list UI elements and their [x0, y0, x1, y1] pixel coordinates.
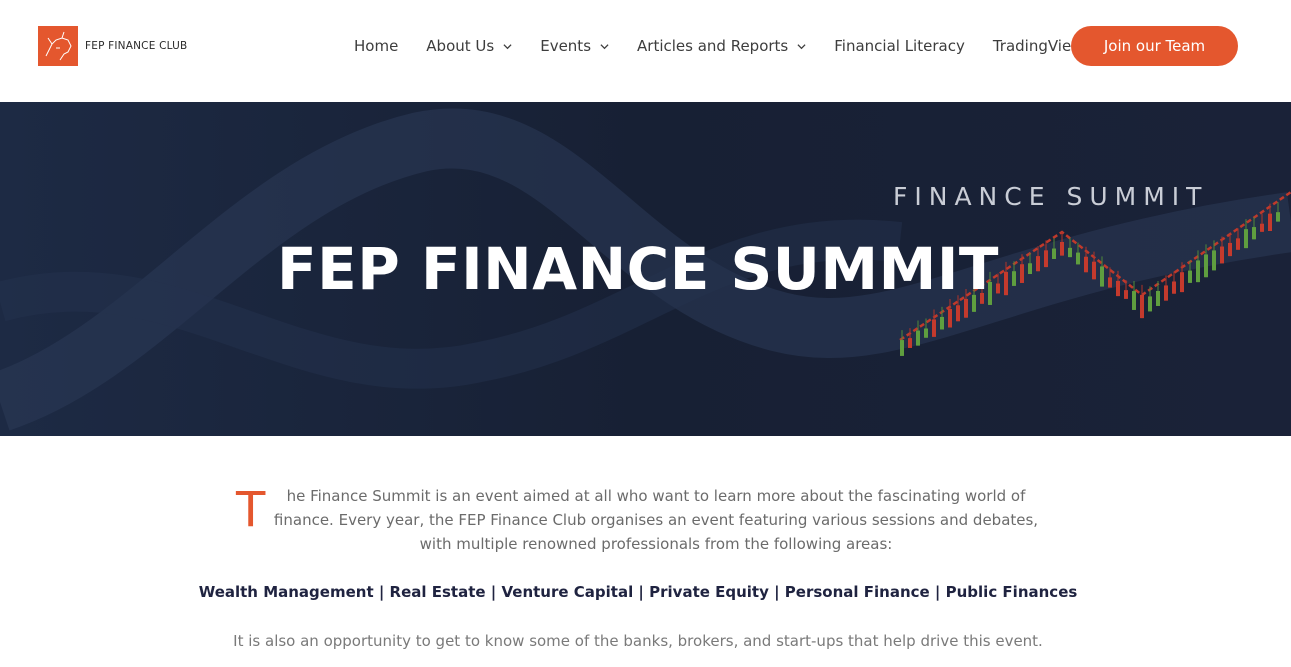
- candle-body: [1276, 212, 1280, 222]
- candle-body: [916, 330, 920, 346]
- nav-financial-literacy[interactable]: Financial Literacy: [820, 37, 979, 55]
- candle-body: [1268, 213, 1272, 232]
- candle-body: [948, 308, 952, 328]
- site-header: FEP FINANCE CLUB Home About Us Events Ar…: [0, 0, 1291, 102]
- nav-financial-literacy-label: Financial Literacy: [834, 37, 965, 55]
- candle-body: [908, 338, 912, 348]
- nav-home[interactable]: Home: [340, 37, 412, 55]
- brand-link[interactable]: FEP FINANCE CLUB: [38, 26, 187, 66]
- bull-logo-icon: [38, 26, 78, 66]
- nav-about-us[interactable]: About Us: [412, 37, 526, 55]
- nav-articles-reports-label: Articles and Reports: [637, 37, 789, 55]
- brand-name: FEP FINANCE CLUB: [85, 40, 188, 52]
- candle-body: [900, 340, 904, 356]
- candle-body: [940, 316, 944, 330]
- nav-articles-reports[interactable]: Articles and Reports: [623, 37, 820, 55]
- nav-about-us-label: About Us: [426, 37, 495, 55]
- nav-home-label: Home: [354, 37, 399, 55]
- join-team-button[interactable]: Join our Team: [1071, 26, 1238, 66]
- nav-tradingview-label: TradingView: [992, 37, 1084, 55]
- candle-body: [956, 305, 960, 322]
- hero-overlay-text: FINANCE SUMMIT: [893, 182, 1209, 211]
- main-nav: Home About Us Events Articles and Report…: [340, 26, 1097, 66]
- nav-events[interactable]: Events: [526, 37, 623, 55]
- chevron-down-icon: [797, 43, 806, 49]
- hero-title: FEP FINANCE SUMMIT: [277, 235, 999, 303]
- intro-paragraph: he Finance Summit is an event aimed at a…: [225, 484, 1047, 556]
- nav-events-label: Events: [540, 37, 592, 55]
- intro-text: he Finance Summit is an event aimed at a…: [273, 487, 1039, 553]
- candle-body: [1260, 223, 1264, 232]
- hero-banner: FINANCE SUMMIT FEP FINANCE SUMMIT: [0, 102, 1291, 436]
- closing-paragraph: It is also an opportunity to get to know…: [233, 632, 1043, 650]
- candle-body: [932, 319, 936, 337]
- finance-areas: Wealth Management | Real Estate | Ventur…: [198, 583, 1078, 601]
- chevron-down-icon: [600, 43, 609, 49]
- candle-body: [924, 328, 928, 338]
- chevron-down-icon: [503, 43, 512, 49]
